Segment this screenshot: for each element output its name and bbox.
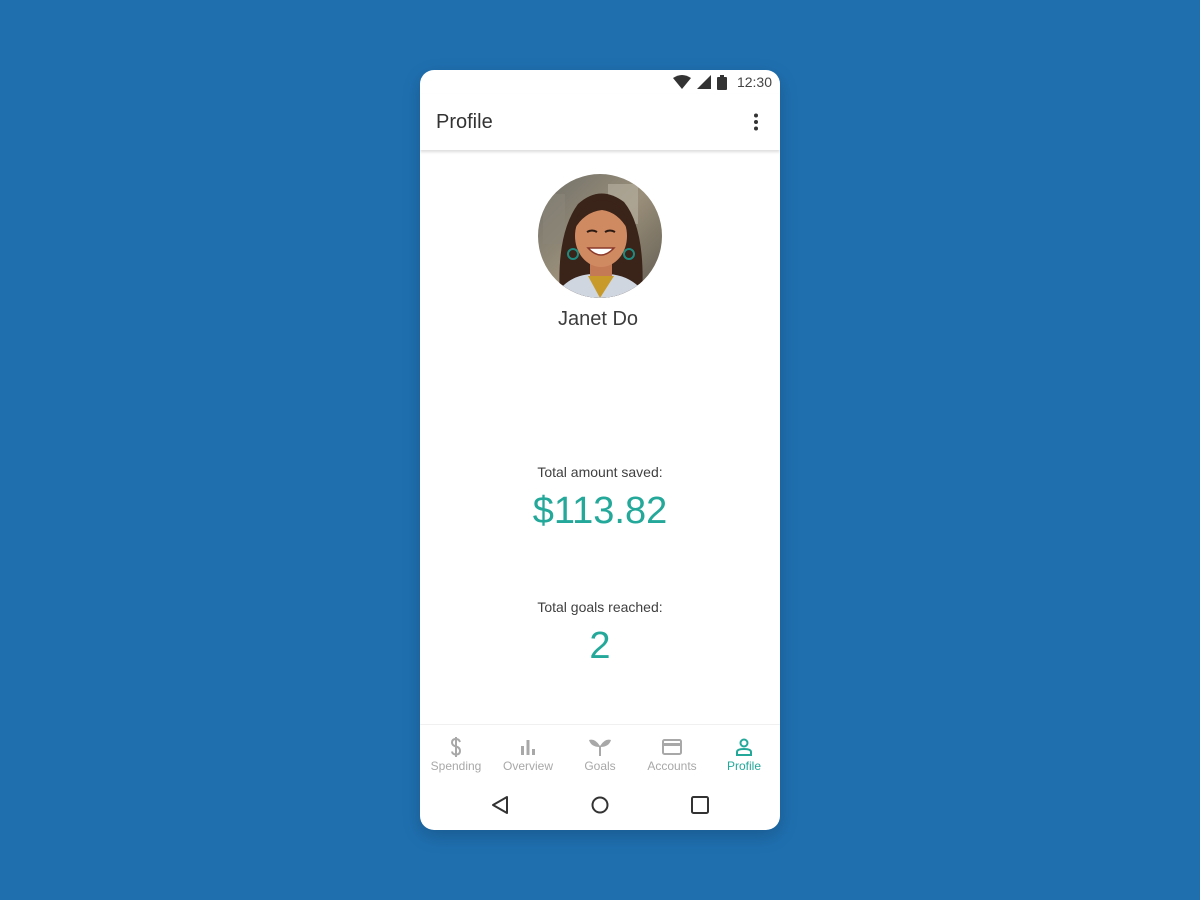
home-icon[interactable] — [550, 795, 650, 815]
nav-label: Goals — [584, 759, 616, 773]
credit-card-icon — [662, 737, 682, 757]
bar-chart-icon — [520, 737, 536, 757]
battery-icon — [716, 74, 727, 90]
goals-label: Total goals reached: — [537, 599, 663, 615]
nav-item-spending[interactable]: Spending — [420, 725, 492, 780]
back-icon[interactable] — [450, 795, 550, 815]
signal-icon — [696, 75, 711, 89]
sprout-icon — [589, 737, 611, 757]
status-bar: 12:30 — [420, 70, 780, 94]
dollar-icon — [449, 737, 463, 757]
nav-label: Overview — [502, 759, 553, 773]
page-title: Profile — [436, 110, 493, 133]
saved-label: Total amount saved: — [537, 464, 663, 480]
bottom-nav: Spending Overview Goals Accounts Profile — [420, 724, 780, 780]
profile-content: Janet Do Total amount saved: $113.82 Tot… — [420, 150, 780, 724]
nav-item-accounts[interactable]: Accounts — [636, 725, 708, 780]
app-bar: Profile — [420, 94, 780, 150]
saved-amount: $113.82 — [532, 490, 668, 532]
person-icon — [735, 737, 753, 757]
system-nav-bar — [420, 780, 780, 830]
recents-icon[interactable] — [650, 795, 750, 815]
nav-item-goals[interactable]: Goals — [564, 725, 636, 780]
avatar — [538, 174, 662, 298]
nav-item-profile[interactable]: Profile — [708, 725, 780, 780]
nav-item-overview[interactable]: Overview — [492, 725, 564, 780]
more-vert-icon[interactable] — [744, 110, 768, 134]
goals-count: 2 — [589, 625, 611, 667]
wifi-icon — [672, 75, 691, 89]
nav-label: Accounts — [647, 759, 697, 773]
phone-frame: 12:30 Profile Janet Do Total amount save… — [420, 70, 780, 830]
user-name: Janet Do — [557, 308, 639, 330]
nav-label: Profile — [726, 759, 761, 773]
nav-label: Spending — [430, 759, 482, 773]
status-time: 12:30 — [736, 74, 772, 90]
